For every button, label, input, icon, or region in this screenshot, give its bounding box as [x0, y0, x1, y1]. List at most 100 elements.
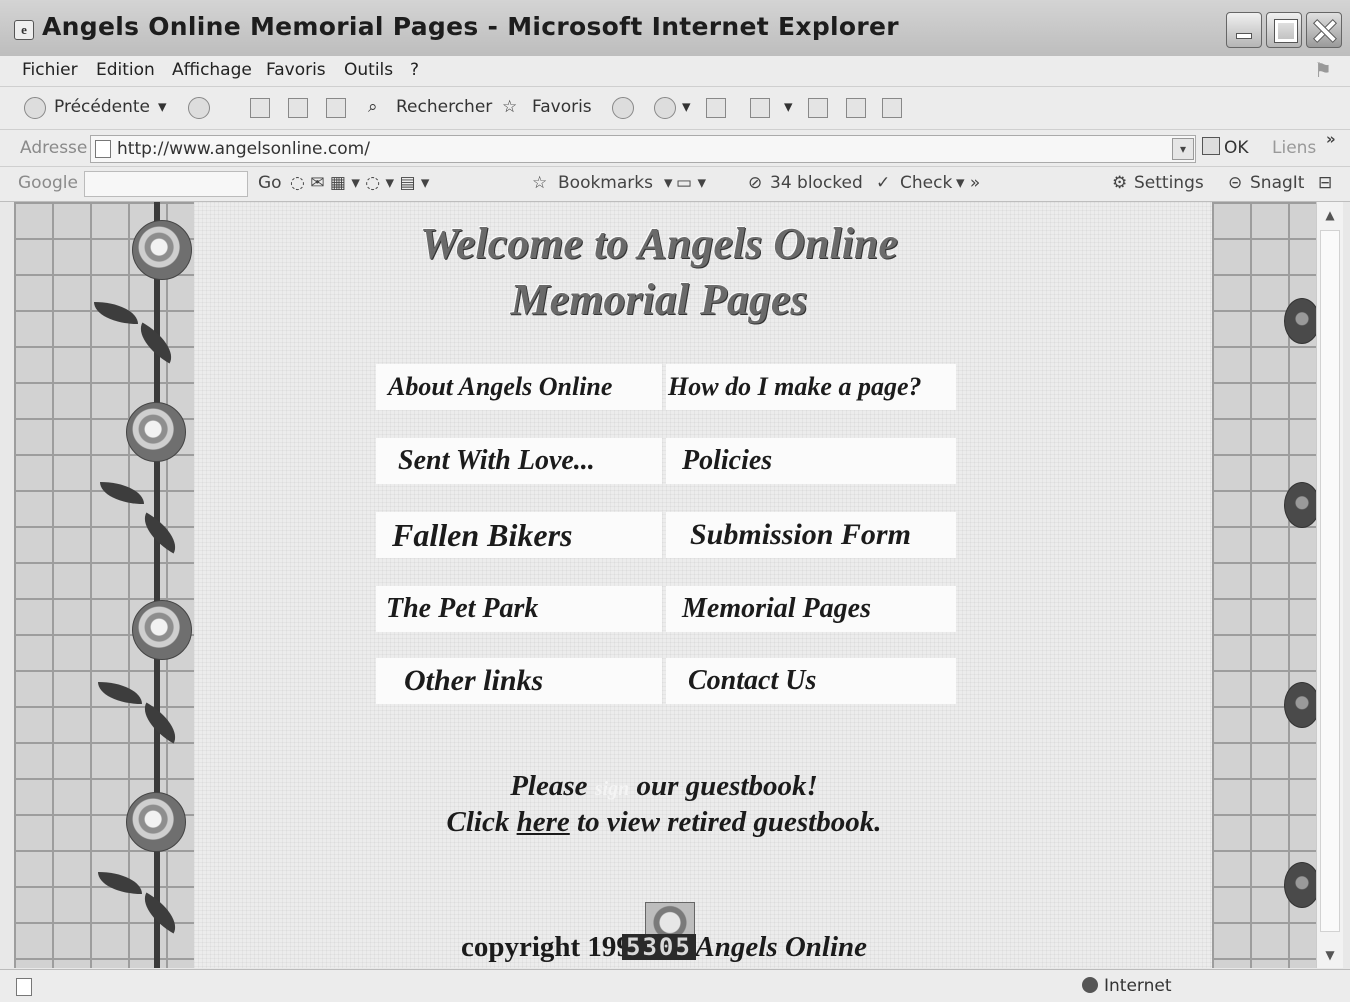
menu-help[interactable]: ?: [410, 60, 419, 80]
leaf-icon: [94, 302, 138, 324]
nav-about-angels-online[interactable]: About Angels Online: [376, 364, 662, 410]
rose-icon: [1284, 862, 1316, 908]
nav-sent-with-love[interactable]: Sent With Love...: [376, 438, 662, 484]
popup-blocked-count[interactable]: 34 blocked: [770, 173, 863, 193]
retired-text: to view retired guestbook.: [577, 806, 882, 838]
maximize-button[interactable]: [1266, 12, 1302, 48]
sign-guestbook-link[interactable]: sign: [595, 778, 629, 800]
rose-icon: [126, 402, 186, 462]
links-button[interactable]: Liens: [1272, 138, 1316, 158]
home-icon[interactable]: [326, 98, 346, 118]
address-label: Adresse: [20, 138, 88, 158]
page-title: Welcome to Angels Online Memorial Pages: [414, 216, 904, 328]
search-button[interactable]: Rechercher: [396, 97, 492, 117]
forward-arrow-icon[interactable]: [188, 97, 210, 119]
right-rose-trellis-border: [1212, 202, 1316, 968]
snagit-button[interactable]: SnagIt: [1250, 173, 1304, 193]
nav-other-links[interactable]: Other links: [376, 658, 662, 704]
close-button[interactable]: [1306, 12, 1342, 48]
copyright-owner: Angels Online: [695, 931, 868, 963]
history-icon[interactable]: [612, 97, 634, 119]
google-go-button[interactable]: Go: [258, 173, 282, 193]
status-page-icon: [16, 978, 32, 996]
settings-button[interactable]: Settings: [1134, 173, 1204, 193]
menu-outils[interactable]: Outils: [344, 60, 393, 80]
menu-edition[interactable]: Edition: [96, 60, 155, 80]
left-rose-trellis-border: [14, 202, 194, 968]
google-search-input[interactable]: [84, 171, 248, 197]
bookmarks-star-icon[interactable]: ☆: [532, 173, 547, 193]
nav-fallen-bikers[interactable]: Fallen Bikers: [376, 512, 662, 558]
page-icon: [95, 140, 111, 158]
scroll-thumb[interactable]: [1320, 230, 1340, 932]
address-url[interactable]: http://www.angelsonline.com/: [117, 139, 370, 159]
nav-memorial-pages[interactable]: Memorial Pages: [666, 586, 956, 632]
address-bar: Adresse http://www.angelsonline.com/ ▾ O…: [0, 130, 1350, 167]
leaf-icon: [135, 892, 185, 934]
retired-guestbook-line: Click here to view retired guestbook.: [394, 806, 934, 839]
vertical-scrollbar[interactable]: ▲ ▼: [1316, 202, 1343, 968]
leaf-icon: [100, 482, 144, 504]
google-tools-icons[interactable]: ◌ ✉ ▦ ▾ ◌ ▾ ▤ ▾: [290, 173, 429, 193]
check-dropdown-icon[interactable]: ▾ »: [956, 173, 980, 193]
print-icon[interactable]: [706, 98, 726, 118]
retired-guestbook-link[interactable]: here: [517, 806, 570, 838]
popup-blocker-icon: ⊘: [748, 173, 763, 193]
nav-submission-form[interactable]: Submission Form: [666, 512, 956, 558]
favorites-star-icon[interactable]: ☆: [502, 97, 517, 117]
nav-policies[interactable]: Policies: [666, 438, 956, 484]
stop-icon[interactable]: [250, 98, 270, 118]
leaf-icon: [135, 512, 185, 554]
nav-pet-park[interactable]: The Pet Park: [376, 586, 662, 632]
snagit-icon: ⊝: [1228, 173, 1243, 193]
rose-icon: [132, 220, 192, 280]
mail-icon[interactable]: [654, 97, 676, 119]
rose-icon: [1284, 482, 1316, 528]
bookmarks-button[interactable]: Bookmarks: [558, 173, 653, 193]
messenger-icon[interactable]: [882, 98, 902, 118]
rose-icon: [1284, 298, 1316, 344]
guestbook-please: Please: [510, 770, 588, 802]
scroll-up-icon[interactable]: ▲: [1321, 206, 1339, 224]
page-title-line1: Welcome to Angels Online: [420, 219, 898, 268]
nav-how-to-make-page[interactable]: How do I make a page?: [666, 364, 956, 410]
edit-dropdown-icon[interactable]: ▾: [784, 97, 793, 117]
chevron-more-icon[interactable]: »: [1326, 130, 1336, 148]
check-button[interactable]: Check: [900, 173, 952, 193]
retired-click: Click: [446, 806, 510, 838]
snagit-window-icon[interactable]: ⊟: [1318, 173, 1332, 193]
back-arrow-icon[interactable]: [24, 97, 46, 119]
rose-icon: [1284, 682, 1316, 728]
menu-fichier[interactable]: Fichier: [22, 60, 78, 80]
address-dropdown-icon[interactable]: ▾: [1172, 138, 1194, 160]
address-input[interactable]: http://www.angelsonline.com/: [90, 135, 1196, 163]
window-title: Angels Online Memorial Pages - Microsoft…: [42, 12, 899, 41]
bookmarks-dropdown-icon[interactable]: ▾: [664, 173, 673, 193]
title-bar: e Angels Online Memorial Pages - Microso…: [0, 0, 1350, 57]
back-button[interactable]: Précédente: [54, 97, 150, 117]
spellcheck-icon: ✓: [876, 173, 891, 193]
mail-dropdown-icon[interactable]: ▾: [682, 97, 691, 117]
minimize-button[interactable]: [1226, 12, 1262, 48]
rose-icon: [132, 600, 192, 660]
scroll-down-icon[interactable]: ▼: [1321, 946, 1339, 964]
settings-gear-icon: ⚙: [1112, 173, 1128, 193]
back-dropdown-icon[interactable]: ▾: [158, 97, 167, 117]
go-button[interactable]: OK: [1202, 137, 1249, 158]
refresh-icon[interactable]: [288, 98, 308, 118]
favorites-button[interactable]: Favoris: [532, 97, 592, 117]
menu-favoris[interactable]: Favoris: [266, 60, 326, 80]
page-title-line2: Memorial Pages: [510, 275, 808, 324]
google-logo[interactable]: Google: [18, 173, 78, 193]
nav-contact-us[interactable]: Contact Us: [666, 658, 956, 704]
research-icon[interactable]: [846, 98, 866, 118]
discuss-icon[interactable]: [808, 98, 828, 118]
vine-stem: [154, 202, 160, 968]
pagerank-icon[interactable]: ▭ ▾: [676, 173, 706, 193]
menu-affichage[interactable]: Affichage: [172, 60, 252, 80]
search-icon[interactable]: ⌕: [368, 97, 378, 117]
leaf-icon: [135, 702, 185, 744]
edit-icon[interactable]: [750, 98, 770, 118]
google-toolbar: Google Go ◌ ✉ ▦ ▾ ◌ ▾ ▤ ▾ ☆ Bookmarks ▾ …: [0, 167, 1350, 202]
standard-toolbar: Précédente ▾ ⌕ Rechercher ☆ Favoris ▾ ▾: [0, 87, 1350, 130]
